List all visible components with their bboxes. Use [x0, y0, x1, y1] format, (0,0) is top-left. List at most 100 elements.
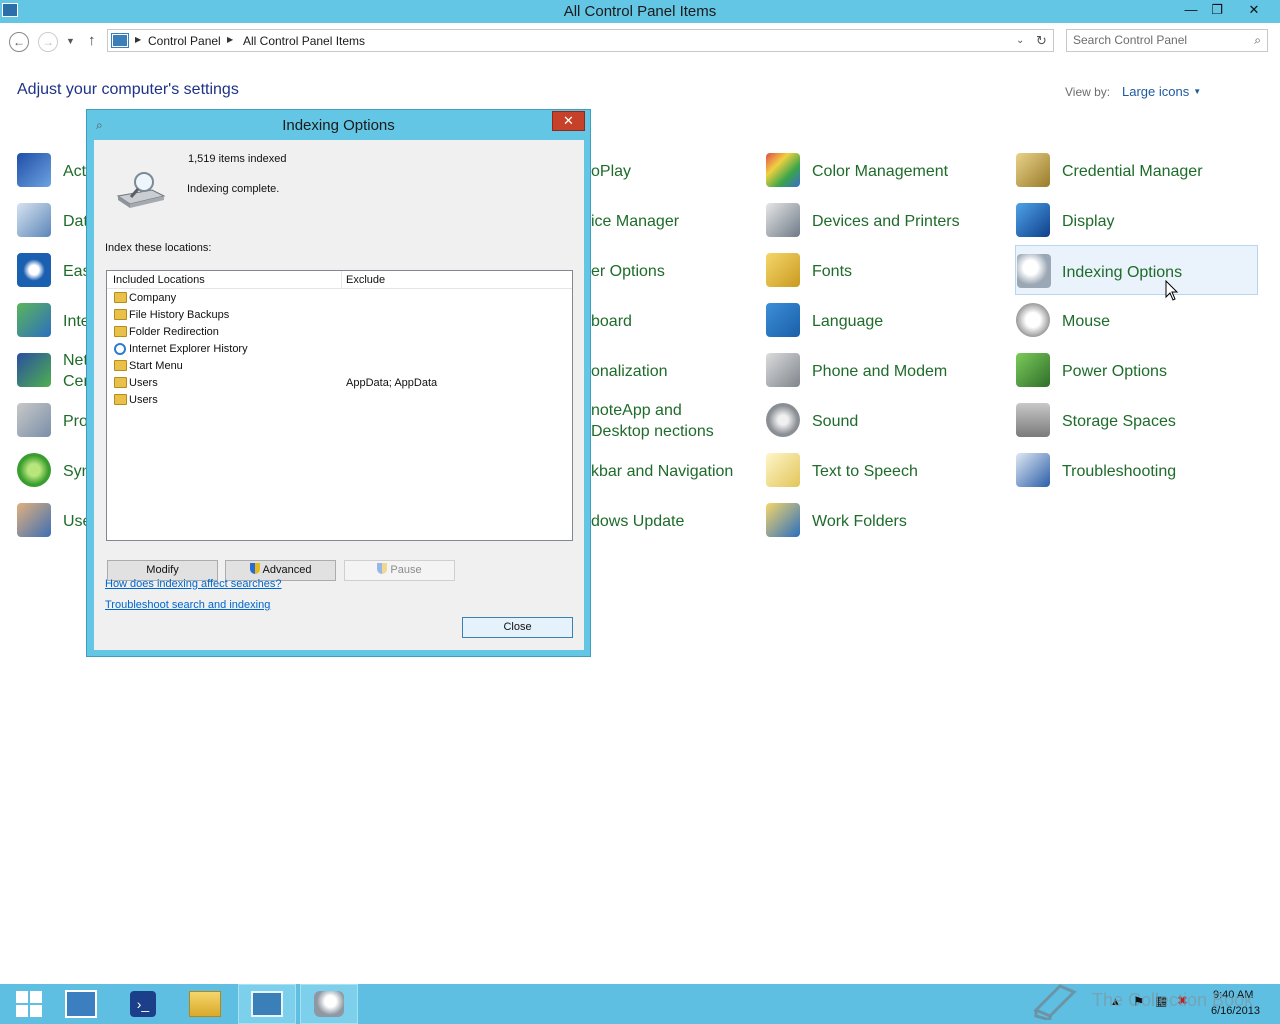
cp-item-sync-center[interactable]: Syn: [17, 445, 91, 495]
address-bar[interactable]: ▶ Control Panel ▶ All Control Panel Item…: [107, 29, 1054, 52]
control-panel-icon: [111, 33, 129, 48]
cp-item-action-center[interactable]: Acti: [17, 145, 90, 195]
cp-item-phone-modem[interactable]: Phone and Modem: [766, 345, 1006, 395]
folder-icon: [114, 360, 127, 371]
index-locations-label: Index these locations:: [105, 242, 212, 254]
mouse-pointer-icon: [1165, 280, 1179, 301]
color-management-icon: [766, 153, 800, 187]
vault-icon: [1016, 153, 1050, 187]
how-indexing-link[interactable]: How does indexing affect searches?: [105, 578, 282, 590]
search-box[interactable]: ⌕: [1066, 29, 1268, 52]
chevron-down-icon[interactable]: ⌄: [1016, 35, 1024, 46]
indexing-status: Indexing complete.: [187, 183, 280, 195]
folder-icon: [114, 377, 127, 388]
breadcrumb-separator-icon[interactable]: ▶: [227, 35, 233, 44]
refresh-icon[interactable]: ↻: [1036, 33, 1047, 49]
cp-item-ease-of-access[interactable]: Eas: [17, 245, 91, 295]
cp-item-indexing-options[interactable]: Indexing Options: [1015, 245, 1258, 295]
cp-item-user-accounts[interactable]: Use: [17, 495, 91, 545]
watermark-text: The Collection Book: [1092, 990, 1254, 1010]
view-by-dropdown[interactable]: Large icons ▼: [1122, 84, 1201, 99]
list-item[interactable]: Internet Explorer History: [107, 341, 572, 358]
search-input[interactable]: [1073, 33, 1243, 47]
list-item[interactable]: Users: [107, 392, 572, 409]
view-by-value: Large icons: [1122, 84, 1190, 99]
cp-item-internet-options[interactable]: Inte: [17, 295, 90, 345]
back-arrow-icon[interactable]: ←: [9, 32, 29, 52]
column-divider[interactable]: [341, 271, 342, 289]
view-by-label: View by:: [1065, 85, 1111, 99]
taskbar-file-explorer[interactable]: [176, 984, 234, 1024]
breadcrumb-all-items[interactable]: All Control Panel Items: [243, 34, 365, 48]
accessibility-icon: [17, 253, 51, 287]
windows-logo-icon: [16, 991, 42, 1017]
pause-label: Pause: [390, 564, 422, 576]
cp-item-troubleshooting[interactable]: Troubleshooting: [1016, 445, 1258, 495]
storage-icon: [1016, 403, 1050, 437]
cp-item-language[interactable]: Language: [766, 295, 1006, 345]
cp-item-credential-manager[interactable]: Credential Manager: [1016, 145, 1258, 195]
list-item[interactable]: File History Backups: [107, 307, 572, 324]
folder-icon: [114, 394, 127, 405]
ie-icon: [114, 343, 126, 355]
printer-icon: [766, 203, 800, 237]
indexing-magnifier-icon: [1017, 254, 1051, 288]
taskbar-indexing-options[interactable]: [300, 984, 358, 1024]
column-header-included[interactable]: Included Locations: [113, 274, 205, 286]
cp-item-mouse[interactable]: Mouse: [1016, 295, 1258, 345]
close-window-button[interactable]: ✕: [1234, 0, 1274, 20]
phone-icon: [766, 353, 800, 387]
battery-icon: [1016, 353, 1050, 387]
cp-item-devices-printers[interactable]: Devices and Printers: [766, 195, 1006, 245]
forward-arrow-icon[interactable]: →: [38, 32, 58, 52]
up-arrow-icon[interactable]: ↑: [88, 32, 96, 49]
list-item[interactable]: Folder Redirection: [107, 324, 572, 341]
page-title: Adjust your computer's settings: [17, 81, 239, 98]
cp-item-date-time[interactable]: Dat: [17, 195, 88, 245]
advanced-label: Advanced: [262, 564, 312, 576]
folder-icon: [114, 292, 127, 303]
cp-item-network-sharing-center[interactable]: Net Cen: [17, 345, 87, 395]
troubleshoot-link[interactable]: Troubleshoot search and indexing: [105, 599, 270, 611]
cp-item-text-to-speech[interactable]: Text to Speech: [766, 445, 1006, 495]
taskbar-server-manager[interactable]: [52, 984, 110, 1024]
globe-checklist-icon: [17, 303, 51, 337]
dialog-close-icon[interactable]: ✕: [552, 111, 585, 131]
language-icon: [766, 303, 800, 337]
users-icon: [17, 503, 51, 537]
close-button[interactable]: Close: [462, 617, 573, 638]
cp-item-storage-spaces[interactable]: Storage Spaces: [1016, 395, 1258, 445]
cp-item-display[interactable]: Display: [1016, 195, 1258, 245]
calendar-icon: [17, 203, 51, 237]
cp-item-color-management[interactable]: Color Management: [766, 145, 1006, 195]
minimize-button[interactable]: —: [1178, 0, 1204, 20]
indexing-drive-icon: [116, 172, 166, 208]
cp-item-programs-features[interactable]: Pro: [17, 395, 88, 445]
cp-item-sound[interactable]: Sound: [766, 395, 1006, 445]
pause-button[interactable]: Pause: [344, 560, 455, 581]
speaker-icon: [766, 403, 800, 437]
start-button[interactable]: [0, 984, 58, 1024]
column-header-exclude[interactable]: Exclude: [346, 274, 385, 286]
cp-item-work-folders[interactable]: Work Folders: [766, 495, 1006, 545]
work-folders-icon: [766, 503, 800, 537]
taskbar-control-panel[interactable]: [238, 984, 296, 1024]
indexing-options-dialog: ⌕ Indexing Options ✕ 1,519 items indexed…: [86, 109, 591, 657]
list-item[interactable]: Start Menu: [107, 358, 572, 375]
recent-locations-chevron-icon[interactable]: ▼: [66, 36, 75, 46]
monitor-icon: [1016, 203, 1050, 237]
restore-button[interactable]: ❐: [1204, 0, 1230, 20]
dialog-title: Indexing Options: [282, 117, 395, 134]
search-icon[interactable]: ⌕: [1254, 33, 1261, 48]
list-item[interactable]: Company: [107, 290, 572, 307]
uac-shield-icon: [377, 563, 388, 574]
list-item[interactable]: Users AppData; AppData: [107, 375, 572, 392]
file-explorer-icon: [189, 991, 221, 1017]
breadcrumb-separator-icon[interactable]: ▶: [135, 35, 141, 44]
locations-list[interactable]: Included Locations Exclude Company File …: [106, 270, 573, 541]
cp-item-fonts[interactable]: Fonts: [766, 245, 1006, 295]
control-panel-icon: [251, 991, 283, 1017]
breadcrumb-control-panel[interactable]: Control Panel: [148, 34, 221, 48]
taskbar-powershell[interactable]: ›_: [114, 984, 172, 1024]
cp-item-power-options[interactable]: Power Options: [1016, 345, 1258, 395]
